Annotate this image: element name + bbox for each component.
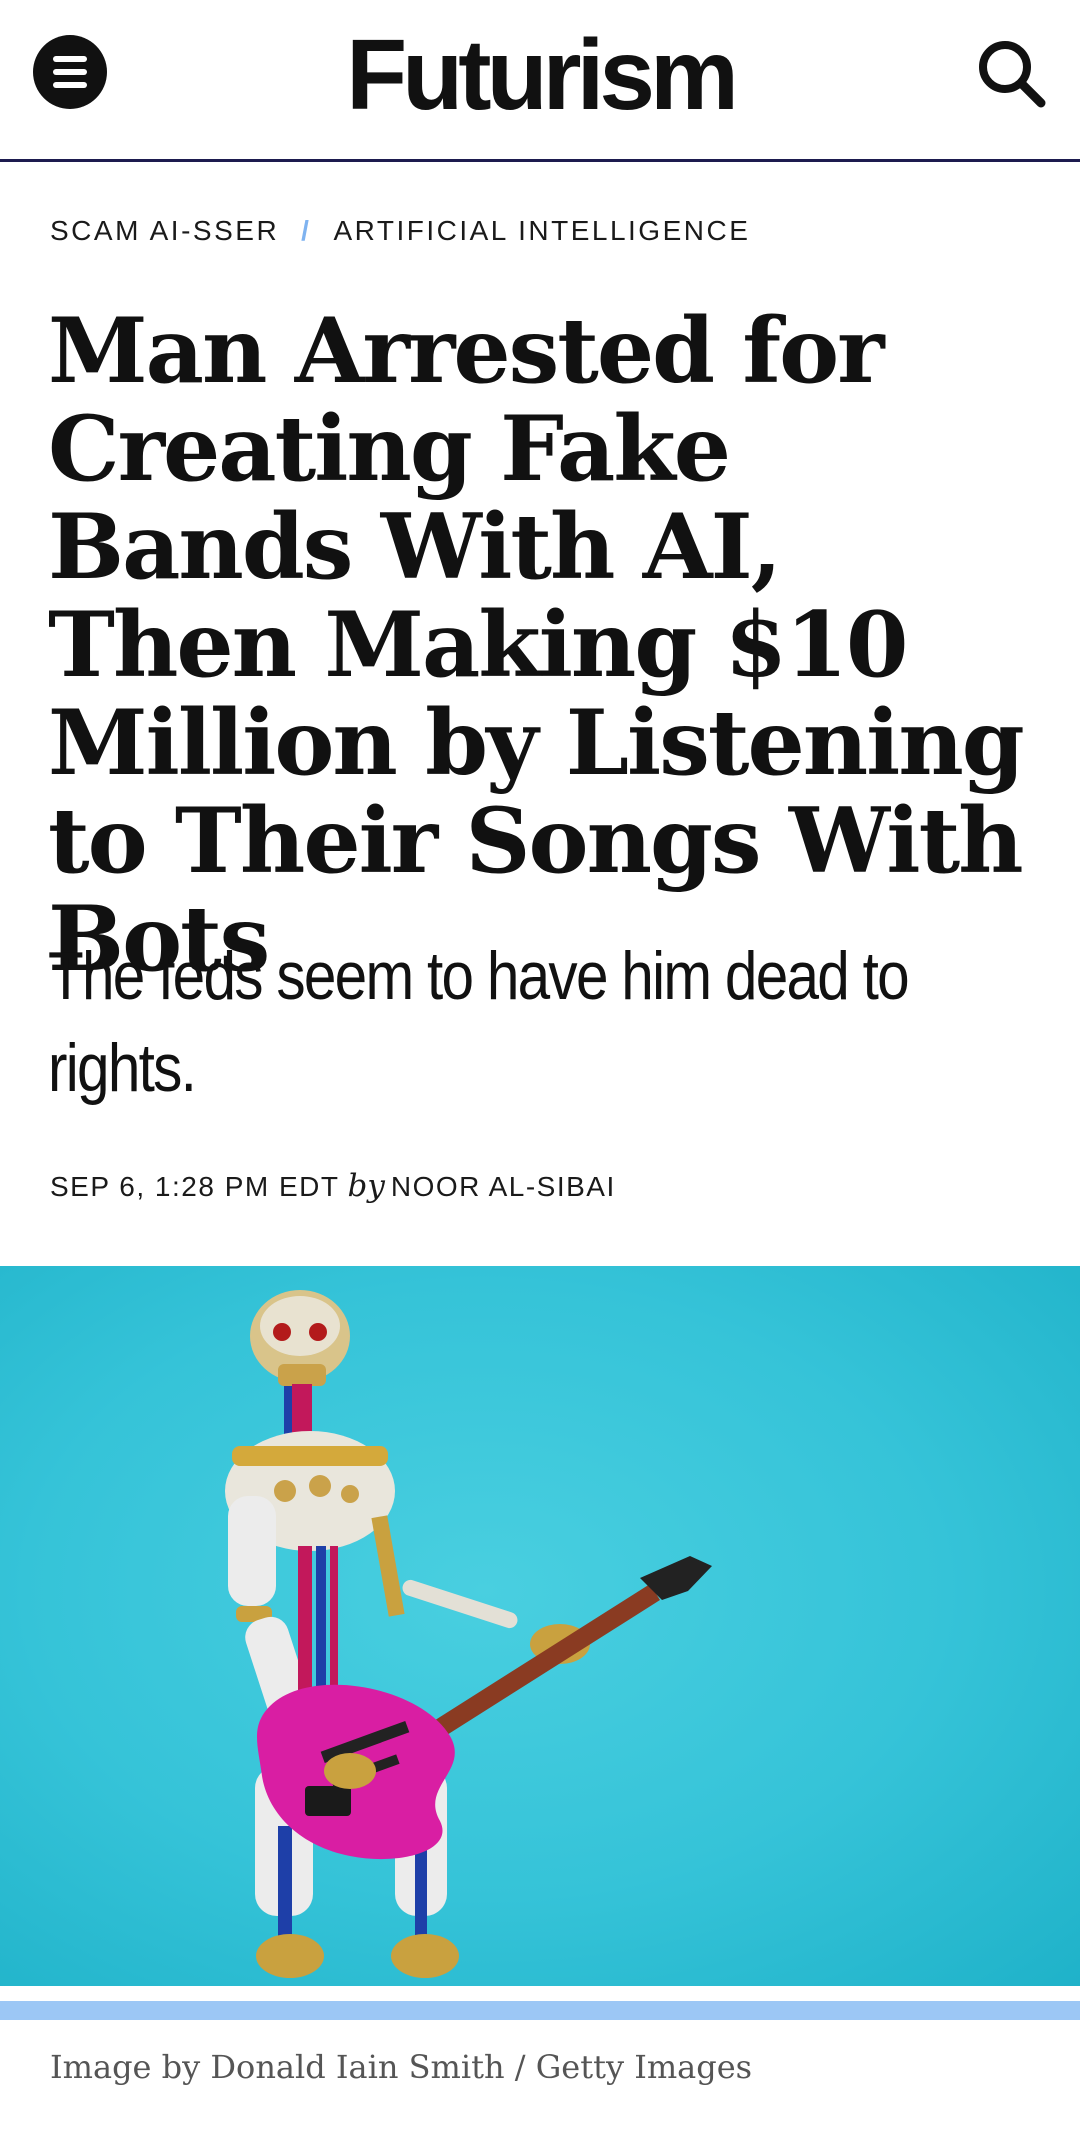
hamburger-menu-icon[interactable] [33,35,107,109]
menu-bar-line [53,82,87,88]
breadcrumb-item-artificial-intelligence[interactable]: ARTIFICIAL INTELLIGENCE [333,215,750,246]
image-caption: Image by Donald Iain Smith / Getty Image… [50,2048,753,2086]
site-logo[interactable]: Futurism [300,20,780,130]
menu-bar-line [53,69,87,75]
robot-guitarist-illustration [225,1290,712,1978]
image-accent-strip [0,2001,1080,2020]
article-headline: Man Arrested for Creating Fake Bands Wit… [48,298,1025,992]
menu-bar-line [53,56,87,62]
hero-image [0,1266,1080,1986]
breadcrumb: SCAM AI-SSER / ARTIFICIAL INTELLIGENCE [50,215,750,247]
breadcrumb-separator: / [301,215,312,246]
breadcrumb-item-scam-ai-sser[interactable]: SCAM AI-SSER [50,215,279,246]
search-icon[interactable] [975,37,1047,109]
article-byline: SEP 6, 1:28 PM EDT by NOOR AL-SIBAI [50,1168,616,1204]
byline-by: by [347,1168,385,1204]
author-link[interactable]: NOOR AL-SIBAI [391,1171,616,1202]
publish-date: SEP 6, 1:28 PM EDT [50,1171,340,1202]
article-subtitle: The feds seem to have him dead to rights… [48,938,910,1106]
site-header: Futurism [0,0,1080,162]
